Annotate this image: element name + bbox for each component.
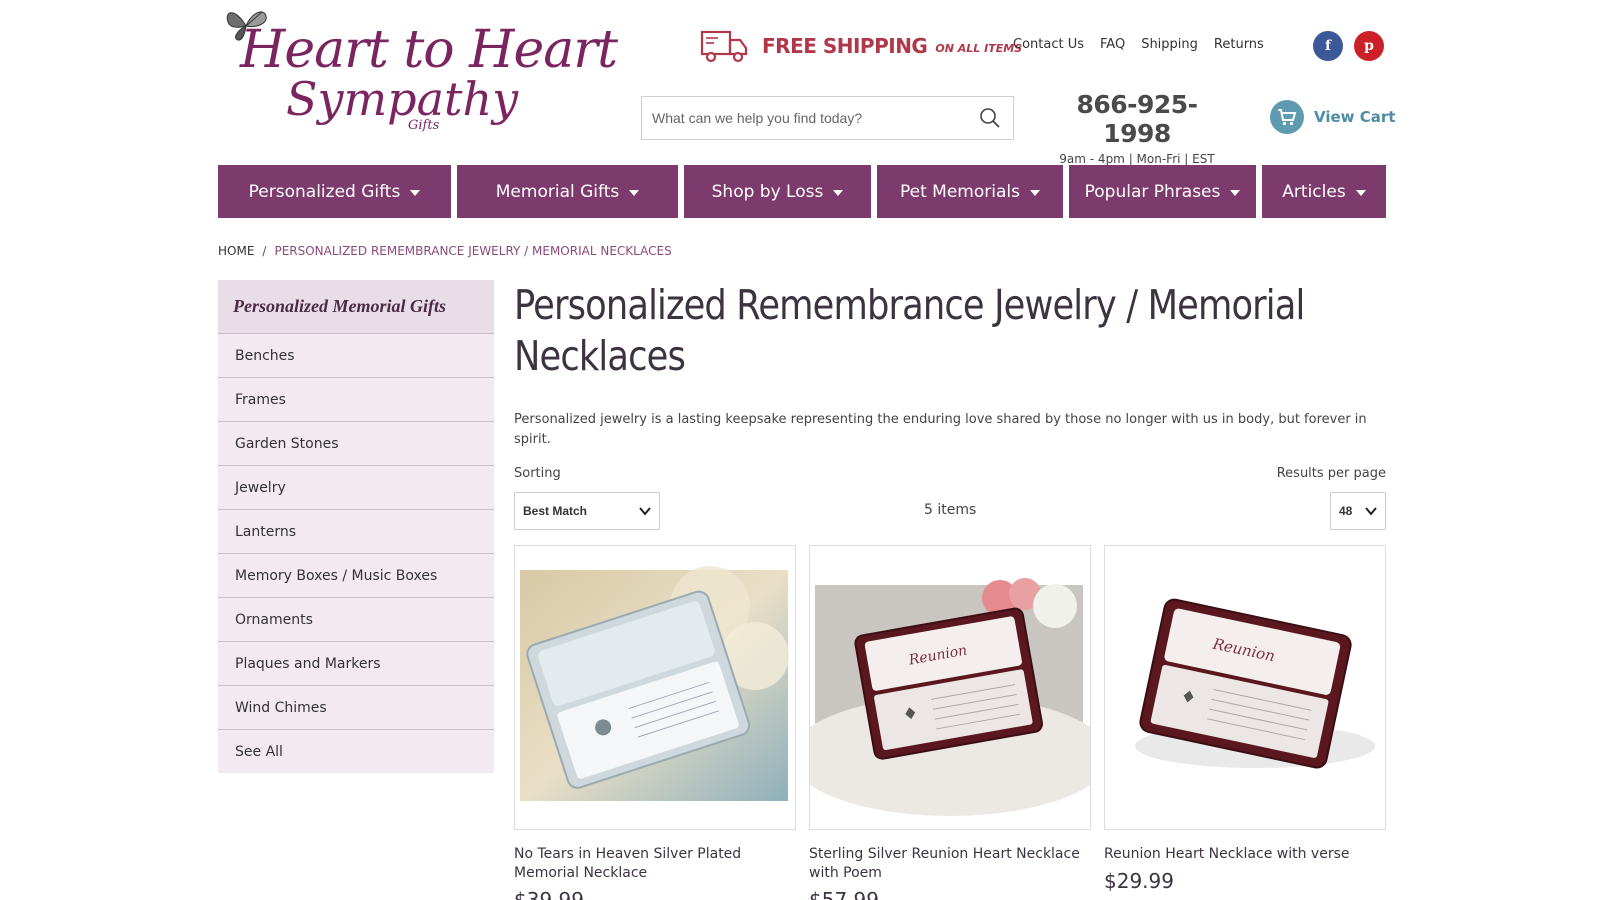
nav-label: Pet Memorials (900, 181, 1020, 202)
breadcrumb-current: Personalized Remembrance Jewelry / Memor… (274, 244, 672, 258)
top-links: Contact Us FAQ Shipping Returns (1013, 37, 1264, 52)
shipping-promo: FREE SHIPPING ON ALL ITEMS (700, 28, 1022, 64)
contact-us-link[interactable]: Contact Us (1013, 37, 1084, 52)
caret-down-icon (1029, 190, 1040, 196)
phone-hours: 9am - 4pm | Mon-Fri | EST (1059, 152, 1215, 166)
nav-label: Popular Phrases (1084, 181, 1221, 202)
sidebar-item-plaques[interactable]: Plaques and Markers (218, 641, 494, 685)
sidebar-item-lanterns[interactable]: Lanterns (218, 509, 494, 553)
category-sidebar: Personalized Memorial Gifts Benches Fram… (218, 280, 494, 773)
product-price: $29.99 (1104, 869, 1174, 893)
logo-line-1: Heart to Heart (240, 20, 618, 80)
breadcrumb-separator: / (262, 244, 267, 258)
product-card: Reunion Reunion Heart Necklace with vers… (1104, 545, 1386, 893)
search-icon[interactable] (979, 107, 1001, 129)
sidebar-item-memory-boxes[interactable]: Memory Boxes / Music Boxes (218, 553, 494, 597)
product-card: Reunion Sterling Silver Reunion Heart Ne… (790, 545, 1110, 900)
breadcrumb: Home / Personalized Remembrance Jewelry … (218, 244, 672, 258)
product-name[interactable]: Sterling Silver Reunion Heart Necklace w… (809, 845, 1091, 883)
product-name[interactable]: Reunion Heart Necklace with verse (1104, 845, 1386, 864)
product-image[interactable] (514, 545, 796, 830)
logo-line-2: Sympathy (286, 72, 519, 126)
sorting-value: Best Match (523, 504, 588, 518)
product-photo: Reunion (790, 578, 1110, 816)
caret-down-icon (833, 190, 844, 196)
phone-block: 866-925-1998 9am - 4pm | Mon-Fri | EST (1052, 90, 1222, 166)
sidebar-title: Personalized Memorial Gifts (218, 280, 494, 333)
nav-shop-by-loss[interactable]: Shop by Loss (684, 165, 871, 218)
page-title: Personalized Remembrance Jewelry / Memor… (514, 281, 1305, 380)
nav-label: Shop by Loss (711, 181, 824, 202)
nav-label: Memorial Gifts (495, 181, 620, 202)
product-name[interactable]: No Tears in Heaven Silver Plated Memoria… (514, 845, 796, 883)
free-shipping-text: FREE SHIPPING (762, 34, 928, 58)
phone-number[interactable]: 866-925-1998 (1052, 90, 1222, 148)
results-per-page-value: 48 (1339, 504, 1353, 518)
shipping-link[interactable]: Shipping (1141, 37, 1198, 52)
chevron-down-icon (1365, 507, 1377, 516)
nav-popular-phrases[interactable]: Popular Phrases (1069, 165, 1256, 218)
facebook-icon[interactable]: f (1313, 31, 1343, 61)
item-count: 5 items (924, 502, 977, 518)
nav-personalized-gifts[interactable]: Personalized Gifts (218, 165, 451, 218)
site-logo[interactable]: Heart to Heart Sympathy Gifts (222, 6, 618, 154)
breadcrumb-home[interactable]: Home (218, 244, 254, 258)
nav-pet-memorials[interactable]: Pet Memorials (877, 165, 1063, 218)
sidebar-item-garden-stones[interactable]: Garden Stones (218, 421, 494, 465)
sorting-select[interactable]: Best Match (514, 492, 660, 530)
caret-down-icon (629, 190, 640, 196)
product-photo: Reunion (1110, 570, 1378, 801)
product-image[interactable]: Reunion (1104, 545, 1386, 830)
sidebar-item-ornaments[interactable]: Ornaments (218, 597, 494, 641)
sorting-label: Sorting (514, 466, 561, 481)
nav-articles[interactable]: Articles (1262, 165, 1386, 218)
product-image[interactable]: Reunion (790, 545, 1110, 830)
product-card: No Tears in Heaven Silver Plated Memoria… (514, 545, 796, 900)
results-per-page-label: Results per page (1276, 466, 1386, 481)
sidebar-item-see-all[interactable]: See All (218, 729, 494, 773)
product-price: $57.99 (809, 888, 879, 900)
free-shipping-subtext: ON ALL ITEMS (935, 41, 1023, 55)
chevron-down-icon (639, 507, 651, 516)
results-per-page-select[interactable]: 48 (1330, 492, 1386, 530)
logo-line-3: Gifts (408, 118, 440, 133)
truck-icon (700, 30, 748, 63)
product-photo (520, 566, 789, 801)
caret-down-icon (1355, 190, 1366, 196)
main-content: Personalized Remembrance Jewelry / Memor… (514, 280, 1386, 900)
cart-icon (1270, 100, 1304, 134)
search-box (641, 96, 1014, 140)
pinterest-icon[interactable]: p (1354, 31, 1384, 61)
sidebar-item-jewelry[interactable]: Jewelry (218, 465, 494, 509)
caret-down-icon (1230, 190, 1241, 196)
sidebar-item-frames[interactable]: Frames (218, 377, 494, 421)
faq-link[interactable]: FAQ (1100, 37, 1125, 52)
returns-link[interactable]: Returns (1214, 37, 1264, 52)
sidebar-item-wind-chimes[interactable]: Wind Chimes (218, 685, 494, 729)
view-cart-button[interactable]: View Cart (1270, 100, 1395, 134)
view-cart-label: View Cart (1314, 108, 1396, 126)
sidebar-item-benches[interactable]: Benches (218, 333, 494, 377)
main-nav: Personalized Gifts Memorial Gifts Shop b… (218, 165, 1386, 218)
caret-down-icon (410, 190, 421, 196)
nav-label: Articles (1282, 181, 1346, 202)
search-input[interactable] (652, 107, 962, 129)
product-price: $39.99 (514, 888, 584, 900)
nav-label: Personalized Gifts (248, 181, 401, 202)
nav-memorial-gifts[interactable]: Memorial Gifts (457, 165, 678, 218)
page-description: Personalized jewelry is a lasting keepsa… (514, 412, 1367, 447)
